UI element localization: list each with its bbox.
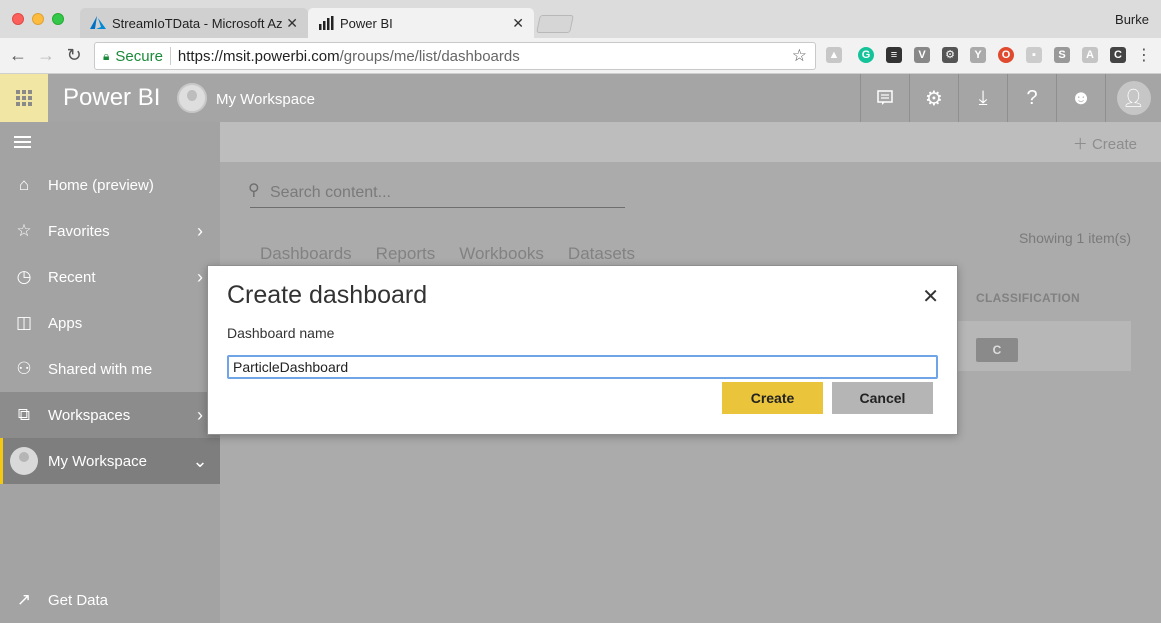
close-icon[interactable]: ✕ bbox=[922, 284, 939, 309]
maximize-window-button[interactable] bbox=[52, 13, 64, 25]
back-arrow-icon[interactable]: ← bbox=[8, 45, 28, 66]
forward-arrow-icon[interactable]: → bbox=[36, 45, 56, 66]
powerbi-header: Power BI My Workspace ⚙ ⤓ ? ☻ 👤︎ bbox=[0, 74, 1161, 122]
a-extension-icon[interactable]: A bbox=[1082, 47, 1098, 63]
bookmark-star-icon[interactable]: ☆ bbox=[792, 46, 807, 66]
sidebar-item-apps[interactable]: ◫ Apps bbox=[0, 300, 220, 346]
browser-titlebar: StreamIoTData - Microsoft Azu ✕ Power BI… bbox=[0, 0, 1161, 38]
content-tabs: Dashboards Reports Workbooks Datasets bbox=[260, 244, 635, 264]
chart-extension-icon[interactable]: ▪ bbox=[1026, 47, 1042, 63]
browser-tab-azure[interactable]: StreamIoTData - Microsoft Azu ✕ bbox=[80, 8, 308, 38]
help-icon[interactable]: ? bbox=[1007, 74, 1056, 122]
search-icon: ⚲ bbox=[248, 182, 260, 199]
brand-title[interactable]: Power BI bbox=[63, 84, 160, 112]
sidebar-item-workspaces[interactable]: ⧉ Workspaces › bbox=[0, 392, 220, 438]
content-toolbar: ＋ Create bbox=[220, 122, 1161, 162]
azure-logo-icon bbox=[90, 16, 106, 29]
more-menu-icon[interactable]: ⋮ bbox=[1134, 45, 1154, 65]
app-launcher-button[interactable] bbox=[0, 74, 48, 122]
sidebar-item-label: Workspaces bbox=[48, 406, 131, 424]
opera-extension-icon[interactable]: O bbox=[998, 47, 1014, 63]
url-host: https://msit.powerbi.com bbox=[177, 47, 340, 65]
sidebar-item-get-data[interactable]: ↗ Get Data bbox=[0, 577, 220, 623]
drive-extension-icon[interactable]: ▲ bbox=[826, 47, 842, 63]
cancel-button[interactable]: Cancel bbox=[832, 382, 933, 414]
item-count: Showing 1 item(s) bbox=[1018, 230, 1131, 246]
sidebar-item-label: My Workspace bbox=[48, 452, 147, 470]
notifications-icon[interactable] bbox=[860, 74, 909, 122]
grammarly-extension-icon[interactable]: G bbox=[858, 47, 874, 63]
sidebar-item-label: Favorites bbox=[48, 222, 110, 240]
hamburger-menu-icon[interactable] bbox=[14, 136, 31, 151]
avatar bbox=[177, 83, 207, 113]
create-button[interactable]: ＋ Create bbox=[1073, 133, 1137, 154]
settings-gear-icon[interactable]: ⚙ bbox=[909, 74, 958, 122]
profile-button[interactable]: 👤︎ bbox=[1105, 74, 1161, 122]
close-tab-icon[interactable]: ✕ bbox=[286, 15, 298, 32]
minimize-window-button[interactable] bbox=[32, 13, 44, 25]
close-tab-icon[interactable]: ✕ bbox=[512, 15, 524, 32]
feedback-smiley-icon[interactable]: ☻ bbox=[1056, 74, 1105, 122]
lock-icon: 🔒︎ bbox=[103, 48, 110, 63]
search-input[interactable]: ⚲ Search content... bbox=[248, 180, 625, 208]
person-icon: 👤︎ bbox=[1116, 81, 1151, 115]
sidebar-item-label: Home (preview) bbox=[48, 176, 154, 194]
dashboard-name-input[interactable] bbox=[227, 355, 938, 379]
c-extension-icon[interactable]: C bbox=[1110, 47, 1126, 63]
browser-profile-name[interactable]: Burke bbox=[1115, 12, 1149, 27]
browser-tab-powerbi[interactable]: Power BI ✕ bbox=[308, 8, 534, 38]
dialog-title: Create dashboard bbox=[227, 281, 428, 309]
address-bar[interactable]: 🔒︎ Secure https://msit.powerbi.com/group… bbox=[94, 42, 816, 70]
reload-icon[interactable]: ↻ bbox=[64, 45, 84, 66]
separator bbox=[169, 47, 171, 65]
download-icon[interactable]: ⤓ bbox=[958, 74, 1007, 122]
sidebar-item-label: Get Data bbox=[48, 591, 109, 609]
home-icon: ⌂ bbox=[18, 175, 30, 194]
settings-extension-icon[interactable]: ⚙ bbox=[942, 47, 958, 63]
close-window-button[interactable] bbox=[12, 13, 24, 25]
classification-column-header[interactable]: CLASSIFICATION bbox=[976, 291, 1080, 305]
tab-datasets[interactable]: Datasets bbox=[568, 244, 635, 264]
sidebar-item-home[interactable]: ⌂ Home (preview) bbox=[0, 162, 220, 208]
chevron-right-icon[interactable]: › bbox=[180, 221, 220, 242]
tab-dashboards[interactable]: Dashboards bbox=[260, 244, 352, 264]
sidebar-item-label: Shared with me bbox=[48, 360, 153, 378]
avatar bbox=[10, 447, 38, 475]
workspace-label[interactable]: My Workspace bbox=[216, 91, 315, 108]
tab-reports[interactable]: Reports bbox=[376, 244, 436, 264]
chevron-down-icon[interactable]: ⌄ bbox=[180, 451, 220, 472]
workspaces-icon: ⧉ bbox=[17, 405, 31, 424]
create-label: Create bbox=[1091, 136, 1137, 153]
sidebar-item-label: Recent bbox=[48, 268, 96, 286]
clock-icon: ◷ bbox=[16, 267, 32, 286]
apps-icon: ◫ bbox=[15, 313, 33, 332]
secure-label: Secure bbox=[115, 47, 163, 65]
tab-workbooks[interactable]: Workbooks bbox=[459, 244, 544, 264]
sidebar-item-favorites[interactable]: ☆ Favorites › bbox=[0, 208, 220, 254]
new-tab-button[interactable] bbox=[536, 15, 574, 33]
search-placeholder: Search content... bbox=[270, 184, 391, 201]
sidebar-item-shared[interactable]: ⚇ Shared with me bbox=[0, 346, 220, 392]
browser-toolbar: ← → ↻ 🔒︎ Secure https://msit.powerbi.com… bbox=[0, 38, 1161, 74]
people-icon: ⚇ bbox=[16, 359, 32, 378]
tab-title: StreamIoTData - Microsoft Azu bbox=[112, 15, 283, 31]
url-path: /groups/me/list/dashboards bbox=[339, 47, 520, 65]
classification-badge: C bbox=[976, 338, 1018, 362]
vue-extension-icon[interactable]: V bbox=[914, 47, 930, 63]
waffle-icon bbox=[16, 90, 32, 106]
left-nav: ⌂ Home (preview) ☆ Favorites › ◷ Recent … bbox=[0, 122, 220, 623]
dashboard-name-label: Dashboard name bbox=[227, 325, 335, 341]
s-extension-icon[interactable]: S bbox=[1054, 47, 1070, 63]
y-extension-icon[interactable]: Y bbox=[970, 47, 986, 63]
powerbi-bars-icon bbox=[319, 16, 334, 30]
arrow-up-right-icon: ↗ bbox=[16, 590, 32, 609]
sidebar-item-my-workspace[interactable]: My Workspace ⌄ bbox=[0, 438, 220, 484]
layers-extension-icon[interactable]: ≡ bbox=[886, 47, 902, 63]
sidebar-item-label: Apps bbox=[48, 314, 83, 332]
sidebar-item-recent[interactable]: ◷ Recent › bbox=[0, 254, 220, 300]
create-button[interactable]: Create bbox=[722, 382, 823, 414]
tab-title: Power BI bbox=[340, 15, 393, 31]
star-icon: ☆ bbox=[16, 221, 32, 240]
create-dashboard-dialog: Create dashboard ✕ Dashboard name Create… bbox=[207, 265, 958, 435]
